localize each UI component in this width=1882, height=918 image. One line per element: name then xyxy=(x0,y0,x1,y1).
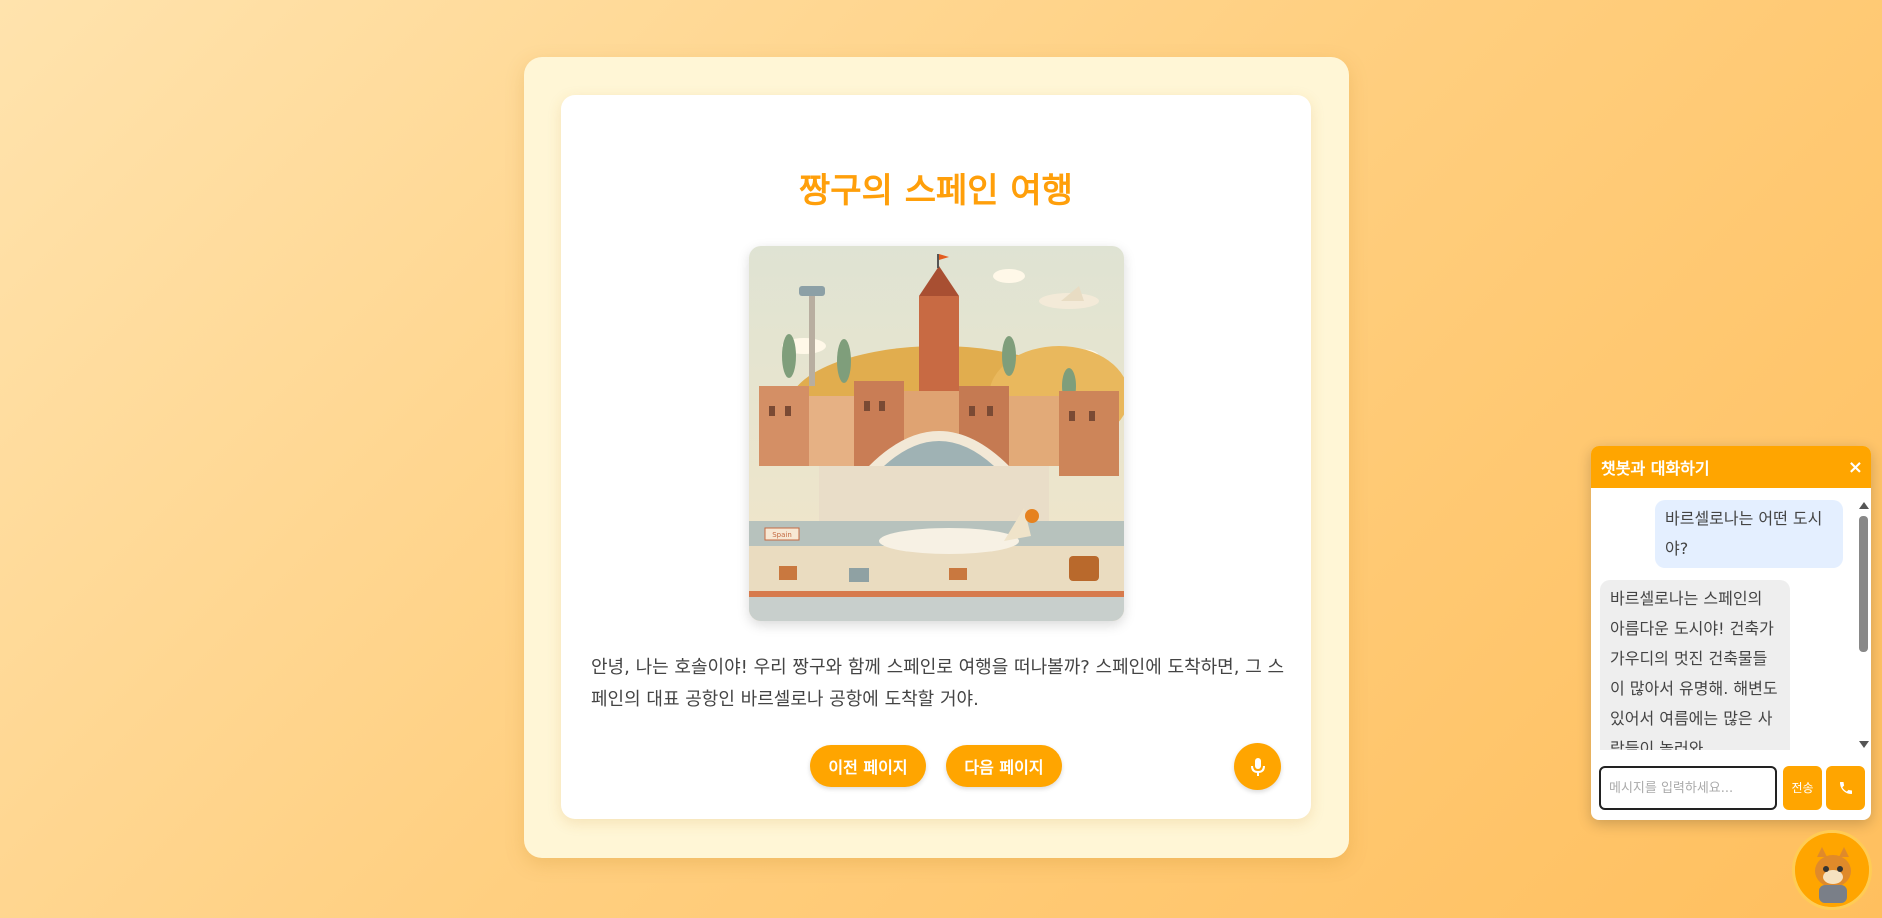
user-message: 바르셀로나는 어떤 도시야? xyxy=(1655,500,1843,568)
close-icon[interactable]: × xyxy=(1848,457,1863,478)
call-button[interactable] xyxy=(1826,766,1865,810)
microphone-icon xyxy=(1250,757,1265,776)
book-frame: 짱구의 스페인 여행 Spain 안녕, 나는 호솔이야! 우리 짱구와 함께 … xyxy=(524,57,1349,858)
prev-page-button[interactable]: 이전 페이지 xyxy=(810,745,926,787)
svg-text:Spain: Spain xyxy=(772,531,792,539)
chat-scrollbar[interactable] xyxy=(1857,500,1869,750)
bot-message: 바르셀로나는 스페인의 아름다운 도시야! 건축가 가우디의 멋진 건축물들이 … xyxy=(1600,580,1790,750)
story-illustration: Spain xyxy=(749,246,1124,621)
scroll-thumb[interactable] xyxy=(1859,516,1868,652)
chat-messages: 바르셀로나는 어떤 도시야? 바르셀로나는 스페인의 아름다운 도시야! 건축가… xyxy=(1591,500,1871,750)
microphone-button[interactable] xyxy=(1234,743,1281,790)
scroll-up-arrow-icon[interactable] xyxy=(1859,502,1869,509)
chat-input-row: 전송 xyxy=(1599,766,1865,810)
chatbot-avatar-button[interactable] xyxy=(1792,830,1872,910)
scroll-down-arrow-icon[interactable] xyxy=(1859,741,1869,748)
send-button[interactable]: 전송 xyxy=(1783,766,1822,810)
story-card: 짱구의 스페인 여행 Spain 안녕, 나는 호솔이야! 우리 짱구와 함께 … xyxy=(561,95,1311,819)
chat-title: 챗봇과 대화하기 xyxy=(1601,459,1710,478)
next-page-button[interactable]: 다음 페이지 xyxy=(946,745,1062,787)
chat-header: 챗봇과 대화하기 × xyxy=(1591,446,1871,488)
story-text: 안녕, 나는 호솔이야! 우리 짱구와 함께 스페인로 여행을 떠나볼까? 스페… xyxy=(591,657,1285,710)
tiger-character-avatar-icon xyxy=(1795,833,1869,907)
chatbot-panel: 챗봇과 대화하기 × 바르셀로나는 어떤 도시야? 바르셀로나는 스페인의 아름… xyxy=(1591,446,1871,820)
phone-icon xyxy=(1839,782,1852,794)
page-title: 짱구의 스페인 여행 xyxy=(799,171,1073,211)
chat-message-input[interactable] xyxy=(1599,766,1777,810)
